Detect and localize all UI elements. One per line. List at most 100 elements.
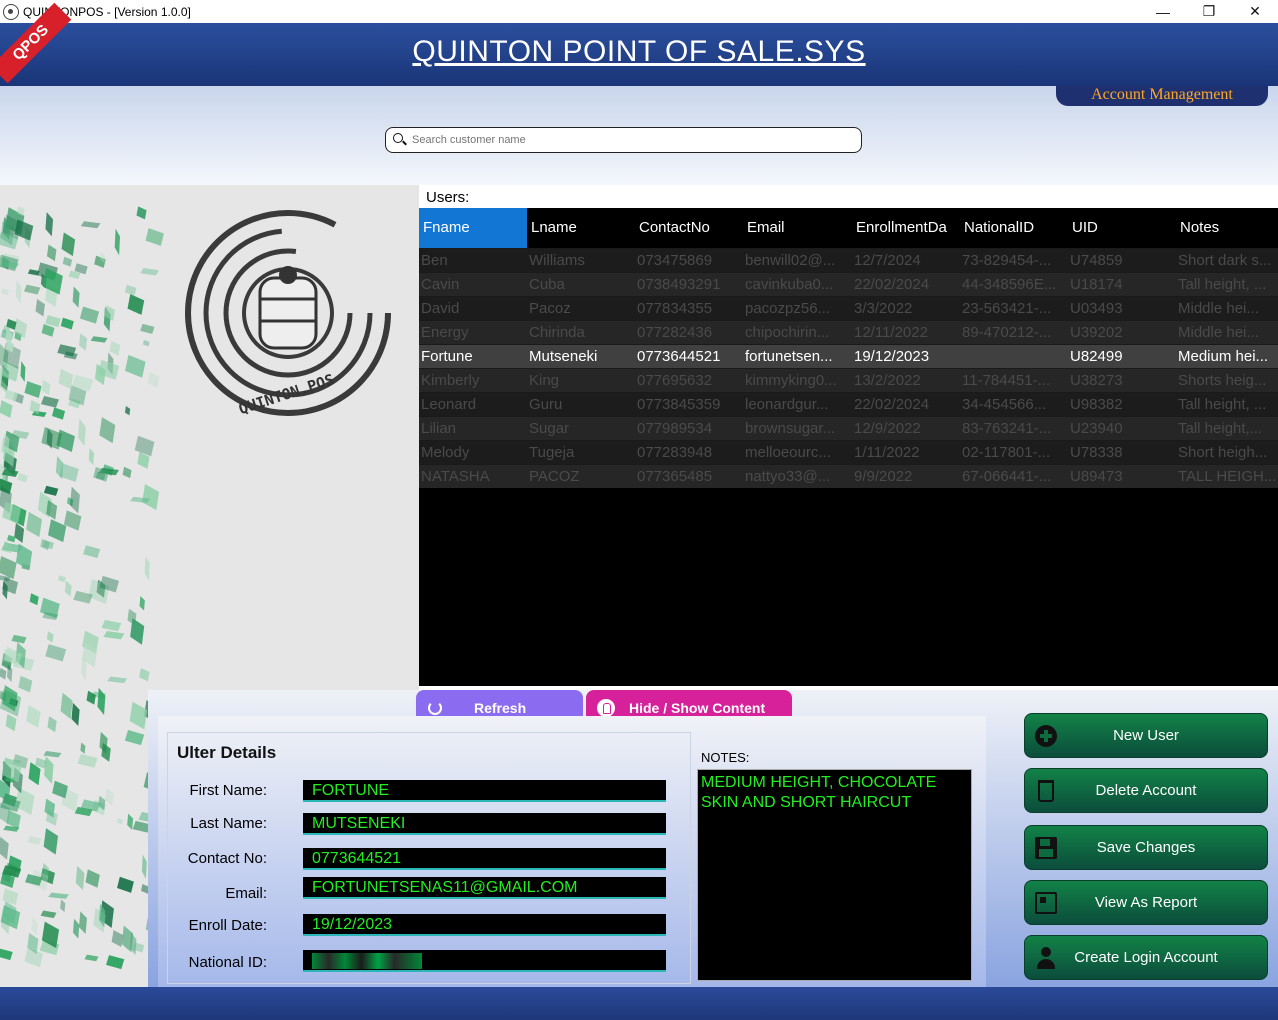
maximize-button[interactable]: ❐ <box>1186 0 1232 23</box>
table-row[interactable]: Cavin Cuba 0738493291 cavinkuba0... 22/02/20… <box>419 272 1278 296</box>
table-cell: King <box>529 372 560 389</box>
table-row[interactable]: David Pacoz 077834355 pacozpz56... 3/3/2022 2… <box>419 296 1278 320</box>
table-cell: fortunetsen... <box>745 348 833 365</box>
table-cell: 13/2/2022 <box>854 372 921 389</box>
bottom-bar <box>0 987 1278 1020</box>
search-box[interactable] <box>385 127 862 153</box>
app-icon <box>3 3 19 20</box>
table-cell: 3/3/2022 <box>854 300 913 317</box>
table-cell: Cuba <box>529 276 565 293</box>
table-cell: 12/9/2022 <box>854 420 921 437</box>
table-row[interactable]: Fortune Mutseneki 0773644521 fortunetsen...… <box>419 344 1278 368</box>
table-cell: 077695632 <box>637 372 713 389</box>
table-cell: 73-829454-... <box>962 252 1052 269</box>
table-cell <box>960 345 1068 368</box>
contact-field[interactable]: 0773644521 <box>303 848 666 870</box>
table-row[interactable]: Leonard Guru 0773845359 leonardgur... 22/02/… <box>419 392 1278 416</box>
table-cell: Short dark s... <box>1178 252 1272 269</box>
window-controls: — ❐ ✕ <box>1140 0 1278 23</box>
create-login-button[interactable]: Create Login Account <box>1024 935 1268 980</box>
save-changes-button[interactable]: Save Changes <box>1024 825 1268 870</box>
table-cell: Guru <box>529 396 563 413</box>
table-cell: 19/12/2023 <box>854 348 930 365</box>
user-icon <box>1035 947 1057 969</box>
table-cell: brownsugar... <box>745 420 836 437</box>
table-cell: 22/02/2024 <box>854 396 930 413</box>
minimize-button[interactable]: — <box>1140 0 1186 23</box>
table-cell: 0773845359 <box>637 396 721 413</box>
refresh-icon <box>428 701 442 715</box>
table-cell: Middle hei... <box>1178 324 1259 341</box>
table-cell: David <box>421 300 460 317</box>
redacted-value <box>312 952 422 969</box>
table-cell: 0738493291 <box>637 276 721 293</box>
account-management-tab[interactable]: Account Management <box>1056 86 1268 106</box>
table-cell: 073475869 <box>637 252 713 269</box>
column-header[interactable]: Fname <box>419 208 527 248</box>
table-cell: 077834355 <box>637 300 713 317</box>
delete-account-button[interactable]: Delete Account <box>1024 768 1268 813</box>
table-row[interactable]: NATASHA PACOZ 077365485 nattyo33@... 9/9/202… <box>419 464 1278 488</box>
enroll-date-field[interactable]: 19/12/2023 <box>303 914 666 936</box>
table-cell: U78338 <box>1070 444 1123 461</box>
notes-textarea[interactable]: MEDIUM HEIGHT, CHOCOLATE SKIN AND SHORT … <box>697 769 972 981</box>
table-cell: 67-066441-... <box>962 468 1052 485</box>
first-name-field[interactable]: FORTUNE <box>303 780 666 802</box>
table-cell: U03493 <box>1070 300 1123 317</box>
users-grid[interactable]: Fname Lname ContactNo Email EnrollmentDa… <box>419 208 1278 686</box>
email-label: Email: <box>225 885 267 902</box>
table-cell: leonardgur... <box>745 396 829 413</box>
table-cell: PACOZ <box>529 468 580 485</box>
last-name-field[interactable]: MUTSENEKI <box>303 813 666 835</box>
table-cell: Medium hei... <box>1178 348 1269 365</box>
table-cell: 9/9/2022 <box>854 468 913 485</box>
table-row[interactable]: Kimberly King 077695632 kimmyking0... 13/2/2… <box>419 368 1278 392</box>
column-header[interactable]: UID <box>1068 208 1176 248</box>
column-header[interactable]: Lname <box>527 208 635 248</box>
table-cell: U82499 <box>1070 348 1123 365</box>
table-row[interactable]: Lilian Sugar 077989534 brownsugar... 12/9/20… <box>419 416 1278 440</box>
email-field[interactable]: FORTUNETSENAS11@GMAIL.COM <box>303 877 666 899</box>
close-button[interactable]: ✕ <box>1232 0 1278 23</box>
quinton-logo: QUINTON.POS <box>185 210 391 418</box>
table-cell: Ben <box>421 252 448 269</box>
column-header[interactable]: NationalID <box>960 208 1068 248</box>
table-cell: nattyo33@... <box>745 468 831 485</box>
table-cell: Shorts heig... <box>1178 372 1267 389</box>
table-cell: U39202 <box>1070 324 1123 341</box>
last-name-label: Last Name: <box>190 815 267 832</box>
view-report-button[interactable]: View As Report <box>1024 880 1268 925</box>
column-header[interactable]: Email <box>743 208 852 248</box>
table-cell: melloeourc... <box>745 444 831 461</box>
table-cell: Kimberly <box>421 372 480 389</box>
refresh-label: Refresh <box>474 700 527 716</box>
column-header[interactable]: ContactNo <box>635 208 743 248</box>
users-header-strip <box>419 185 1278 208</box>
table-cell: 077282436 <box>637 324 713 341</box>
grid-header: Fname Lname ContactNo Email EnrollmentDa… <box>419 208 1278 248</box>
table-row[interactable]: Melody Tugeja 077283948 melloeourc... 1/11/2… <box>419 440 1278 464</box>
column-header[interactable]: Notes <box>1176 208 1278 248</box>
table-cell: 34-454566... <box>962 396 1047 413</box>
table-cell: 23-563421-... <box>962 300 1052 317</box>
table-row[interactable]: Ben Williams 073475869 benwill02@... 12/7/20… <box>419 248 1278 272</box>
table-row[interactable]: Energy Chirinda 077282436 chipochirin... 12/… <box>419 320 1278 344</box>
delete-account-label: Delete Account <box>1095 782 1197 799</box>
table-cell: 02-117801-... <box>962 444 1051 461</box>
table-cell: U98382 <box>1070 396 1123 413</box>
table-cell: pacozpz56... <box>745 300 831 317</box>
new-user-button[interactable]: New User <box>1024 713 1268 758</box>
search-input[interactable] <box>412 134 852 146</box>
national-id-field[interactable] <box>303 950 666 972</box>
view-report-label: View As Report <box>1094 894 1198 911</box>
column-header[interactable]: EnrollmentDa <box>852 208 960 248</box>
table-cell: Tugeja <box>529 444 575 461</box>
grid-body: Ben Williams 073475869 benwill02@... 12/7/20… <box>419 248 1278 488</box>
table-cell: 11-784451-... <box>962 372 1051 389</box>
app-banner: QPOS QUINTON POINT OF SALE.SYS <box>0 2 1278 86</box>
hide-show-label: Hide / Show Content <box>629 700 766 716</box>
table-cell: benwill02@... <box>745 252 836 269</box>
table-cell: Tall height, ... <box>1178 396 1267 413</box>
save-icon <box>1035 837 1057 859</box>
enroll-date-label: Enroll Date: <box>188 917 267 934</box>
